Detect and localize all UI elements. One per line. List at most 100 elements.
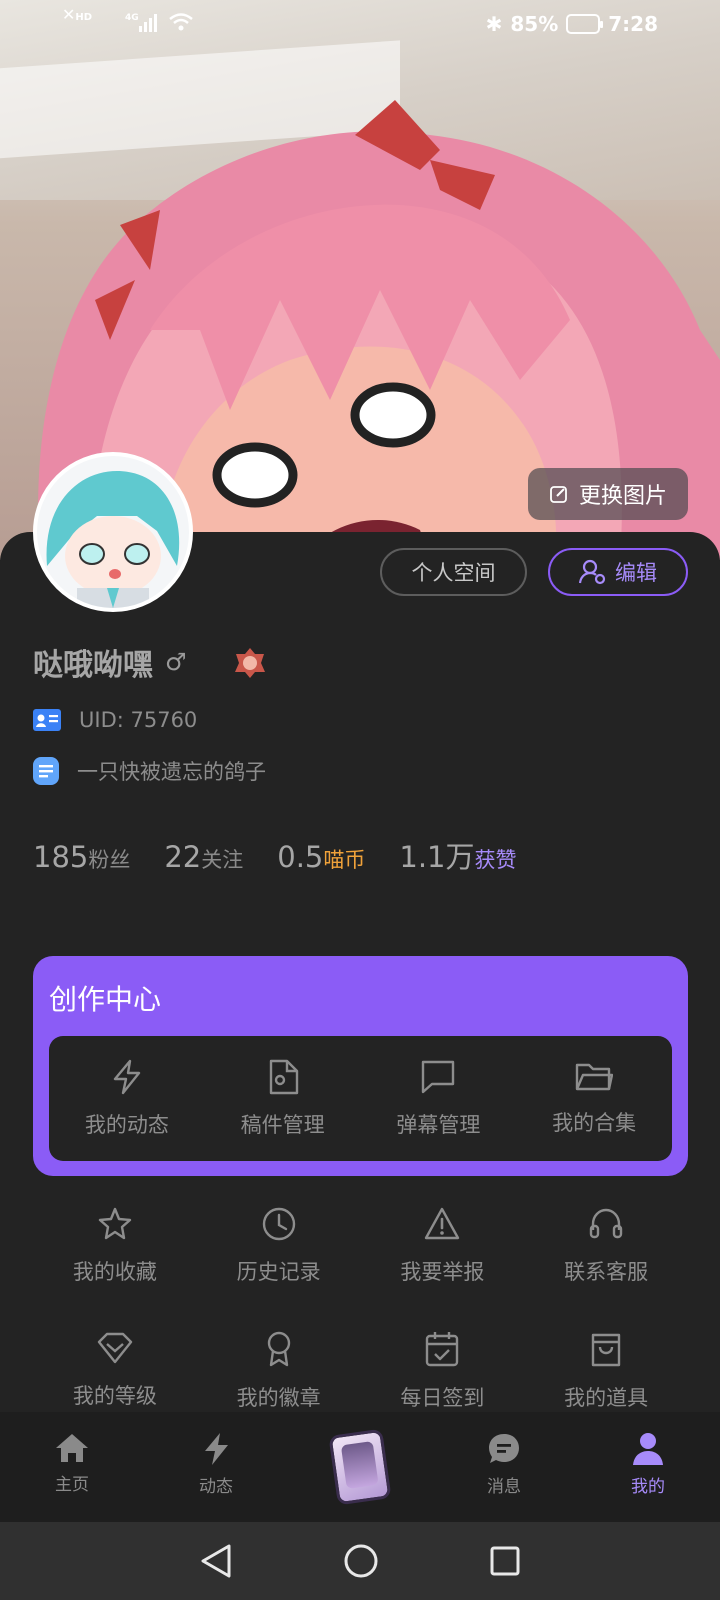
change-image-button[interactable]: 更换图片 (528, 468, 688, 520)
creator-item-label: 稿件管理 (240, 1112, 325, 1137)
stats-row: 185 粉丝 22 关注 0.5 喵币 1.1万 获赞 (33, 834, 551, 876)
stat-label: 关注 (201, 848, 244, 872)
stat-fans[interactable]: 185 粉丝 (33, 840, 130, 874)
nav-home[interactable]: 主页 (0, 1412, 144, 1522)
nav-center-publish[interactable] (288, 1412, 432, 1522)
creator-center-title: 创作中心 (49, 983, 162, 1016)
creator-item-label: 我的动态 (84, 1112, 169, 1137)
personal-space-button[interactable]: 个人空间 (380, 548, 527, 596)
stat-value: 185 (33, 840, 89, 874)
grid-item-label: 我的徽章 (236, 1386, 321, 1410)
grid-item-favorites[interactable]: 我的收藏 (33, 1206, 197, 1286)
stat-label: 粉丝 (88, 848, 131, 872)
wifi-icon (169, 13, 193, 31)
uid-row: UID: 75760 (33, 708, 197, 732)
bio-icon (33, 757, 59, 785)
stat-following[interactable]: 22 关注 (164, 840, 243, 874)
status-right: ✱ 85% 7:28 (486, 12, 658, 36)
nav-label: 主页 (55, 1475, 89, 1495)
grid-item-label: 我要举报 (400, 1260, 485, 1284)
hd-label: HD (75, 12, 93, 23)
history-clock-icon (262, 1207, 295, 1241)
user-name: 哒哦呦嘿 (33, 648, 153, 683)
bio-text: 一只快被遗忘的鸽子 (77, 760, 266, 784)
bluetooth-icon: ✱ (485, 12, 503, 36)
grid-item-support[interactable]: 联系客服 (524, 1206, 688, 1286)
stat-value: 22 (164, 840, 202, 874)
edit-profile-button[interactable]: 编辑 (548, 548, 688, 596)
clock: 7:28 (608, 12, 658, 36)
lightning-icon (205, 1433, 228, 1465)
creator-item-collections[interactable]: 我的合集 (516, 1036, 672, 1161)
rank-badge-icon[interactable] (233, 646, 267, 680)
user-icon (633, 1433, 663, 1465)
bottom-navigation: 主页 动态 消息 我的 (0, 1412, 720, 1522)
creator-item-danmaku[interactable]: 弹幕管理 (361, 1036, 517, 1161)
nav-messages[interactable]: 消息 (432, 1412, 576, 1522)
edit-icon (550, 486, 567, 503)
stat-likes[interactable]: 1.1万 获赞 (399, 834, 516, 876)
lightning-icon (113, 1059, 141, 1094)
uid-text: UID: 75760 (79, 708, 198, 732)
grid-item-items[interactable]: 我的道具 (524, 1330, 688, 1412)
nav-label: 消息 (487, 1477, 521, 1497)
battery-icon (566, 14, 604, 34)
feature-grid-row-1: 我的收藏 历史记录 我要举报 联系客服 (33, 1206, 688, 1286)
nav-label: 动态 (199, 1477, 233, 1497)
warning-icon (425, 1207, 460, 1240)
creator-item-label: 弹幕管理 (396, 1112, 481, 1137)
home-icon (56, 1434, 88, 1462)
avatar-image (37, 456, 189, 608)
male-gender-icon: ♂ (165, 648, 187, 676)
headset-icon (589, 1208, 623, 1239)
grid-item-checkin[interactable]: 每日签到 (361, 1330, 525, 1412)
signal-icon: 4G (125, 13, 157, 32)
grid-item-report[interactable]: 我要举报 (361, 1206, 525, 1286)
avatar[interactable] (33, 452, 193, 612)
status-bar: ✕HD 4G ✱ 85% 7:28 (0, 0, 720, 50)
medal-icon (267, 1331, 290, 1367)
star-icon (98, 1207, 132, 1240)
personal-space-label: 个人空间 (411, 561, 496, 585)
feature-grid-row-2: 我的等级 我的徽章 每日签到 我的道具 (33, 1330, 688, 1412)
grid-item-label: 每日签到 (400, 1386, 485, 1410)
status-left-icons: ✕HD (62, 5, 93, 24)
battery-percent: 85% (510, 12, 559, 36)
creator-item-manuscripts[interactable]: 稿件管理 (205, 1036, 361, 1161)
nav-feed[interactable]: 动态 (144, 1412, 288, 1522)
diamond-icon (97, 1332, 133, 1364)
grid-item-label: 我的收藏 (72, 1260, 157, 1284)
creator-center-panel: 创作中心 我的动态 稿件管理 弹幕管理 我的合集 (33, 956, 688, 1176)
grid-item-label: 联系客服 (564, 1260, 649, 1284)
home-circle-icon[interactable] (343, 1543, 379, 1579)
grid-item-level[interactable]: 我的等级 (33, 1330, 197, 1412)
grid-item-label: 我的道具 (564, 1386, 649, 1410)
stat-value: 1.1万 (399, 840, 475, 874)
calendar-check-icon (426, 1332, 459, 1367)
grid-item-label: 我的等级 (72, 1384, 157, 1408)
change-image-label: 更换图片 (578, 484, 667, 509)
user-gear-icon (579, 559, 606, 585)
stat-label: 获赞 (474, 848, 517, 872)
folder-icon (575, 1063, 614, 1090)
bio-row: 一只快被遗忘的鸽子 (33, 756, 266, 786)
edit-label: 编辑 (615, 561, 657, 585)
stat-coins[interactable]: 0.5 喵币 (277, 840, 365, 874)
user-name-row: 哒哦呦嘿 ♂ (33, 640, 187, 684)
back-icon[interactable] (199, 1543, 233, 1579)
grid-item-label: 历史记录 (236, 1260, 321, 1284)
creator-center-menu: 我的动态 稿件管理 弹幕管理 我的合集 (49, 1036, 672, 1161)
recents-square-icon[interactable] (489, 1545, 521, 1577)
stat-label: 喵币 (323, 848, 366, 872)
nav-me[interactable]: 我的 (576, 1412, 720, 1522)
creator-item-my-posts[interactable]: 我的动态 (49, 1036, 205, 1161)
id-card-icon (33, 709, 61, 731)
grid-item-badges[interactable]: 我的徽章 (197, 1330, 361, 1412)
publish-card-icon (328, 1428, 392, 1506)
file-gear-icon (269, 1059, 298, 1094)
message-icon (489, 1434, 519, 1463)
grid-item-history[interactable]: 历史记录 (197, 1206, 361, 1286)
profile-screen: ✕HD 4G ✱ 85% 7:28 更换图片 个人空间 编辑 哒哦呦嘿 ♂ UI… (0, 0, 720, 1600)
bag-icon (591, 1333, 621, 1367)
system-navigation-bar (0, 1522, 720, 1600)
